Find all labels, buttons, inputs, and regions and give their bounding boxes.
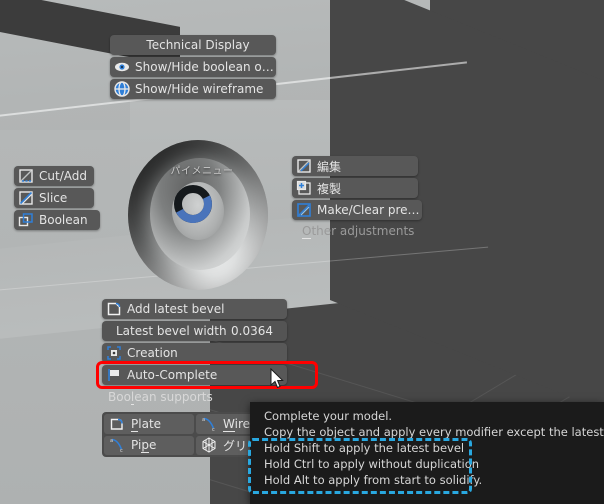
label-other-adjustments: Other adjustments — [292, 222, 442, 240]
button-label: Show/Hide boolean object — [135, 60, 276, 74]
svg-text:a: a — [110, 438, 113, 444]
button-label: Show/Hide wireframe — [135, 82, 264, 96]
svg-text:c: c — [120, 448, 123, 453]
svg-text:c: c — [212, 427, 215, 432]
boolean-icon — [18, 212, 34, 228]
button-pipe[interactable]: ac Pipe — [104, 435, 194, 455]
tooltip-line: Hold Ctrl to apply without duplication — [264, 457, 480, 471]
button-technical-display[interactable]: Technical Display — [110, 35, 276, 55]
button-make-clear-preset[interactable]: Make/Clear preset — [292, 200, 422, 220]
slice-icon — [18, 190, 34, 206]
button-label: Make/Clear preset — [317, 203, 422, 217]
pie-menu-label: パイメニュー — [170, 166, 234, 177]
eye-icon — [114, 59, 130, 75]
button-slice[interactable]: Slice — [14, 188, 94, 208]
button-label: Slice — [39, 191, 68, 205]
mouse-pointer — [270, 367, 286, 390]
bevel-page-icon — [106, 301, 122, 317]
duplicate-icon — [296, 180, 312, 196]
button-duplicate[interactable]: 複製 — [292, 178, 418, 198]
creation-dot-icon — [106, 345, 122, 361]
button-edit[interactable]: 編集 — [292, 156, 418, 176]
edit-icon — [296, 158, 312, 174]
grid-lattice-icon — [201, 437, 217, 453]
button-label: Boolean — [39, 213, 88, 227]
button-label: 複製 — [317, 181, 342, 196]
label-text: Other adjustments — [302, 224, 415, 239]
wireframe-globe-icon — [114, 81, 130, 97]
button-cut-add[interactable]: Cut/Add — [14, 166, 94, 186]
pipe-icon: ac — [109, 437, 125, 453]
tooltip-line: Hold Alt to apply from start to solidify… — [264, 473, 483, 487]
auto-complete-tooltip: Complete your model. Copy the object and… — [250, 402, 604, 504]
button-auto-complete[interactable]: Auto-Complete — [102, 365, 287, 385]
cut-add-icon — [18, 168, 34, 184]
svg-text:a: a — [202, 417, 205, 423]
preset-icon — [296, 202, 312, 218]
button-add-latest-bevel[interactable]: Add latest bevel — [102, 299, 287, 319]
tooltip-line: Hold Shift to apply the latest bevel — [264, 441, 465, 455]
flag-icon — [106, 367, 122, 383]
field-value: 0.0364 — [231, 324, 273, 338]
tooltip-line: Copy the object and apply every modifier… — [264, 425, 604, 439]
button-creation[interactable]: Creation — [102, 343, 287, 363]
label-text: Boolean supports — [108, 390, 213, 405]
wire-icon: ac — [201, 416, 217, 432]
button-show-hide-wireframe[interactable]: Show/Hide wireframe — [110, 79, 276, 99]
button-show-hide-boolean-object[interactable]: Show/Hide boolean object — [110, 57, 276, 77]
button-label: Pipe — [131, 438, 157, 454]
button-label: Technical Display — [146, 38, 250, 52]
button-label: Auto-Complete — [127, 368, 218, 382]
field-label: Latest bevel width — [116, 324, 227, 338]
field-latest-bevel-width[interactable]: Latest bevel width 0.0364 — [102, 321, 287, 341]
field-row: Latest bevel width 0.0364 — [102, 324, 287, 338]
button-label: Wire — [223, 416, 250, 432]
button-label: Cut/Add — [39, 169, 87, 183]
button-label: 編集 — [317, 159, 342, 174]
button-label: Creation — [127, 346, 178, 360]
tooltip-line: Complete your model. — [264, 409, 393, 423]
button-label: Plate — [131, 416, 162, 432]
button-plate[interactable]: Plate — [104, 414, 194, 434]
button-label: Add latest bevel — [127, 302, 225, 316]
button-boolean[interactable]: Boolean — [14, 210, 100, 230]
plate-icon — [109, 416, 125, 432]
